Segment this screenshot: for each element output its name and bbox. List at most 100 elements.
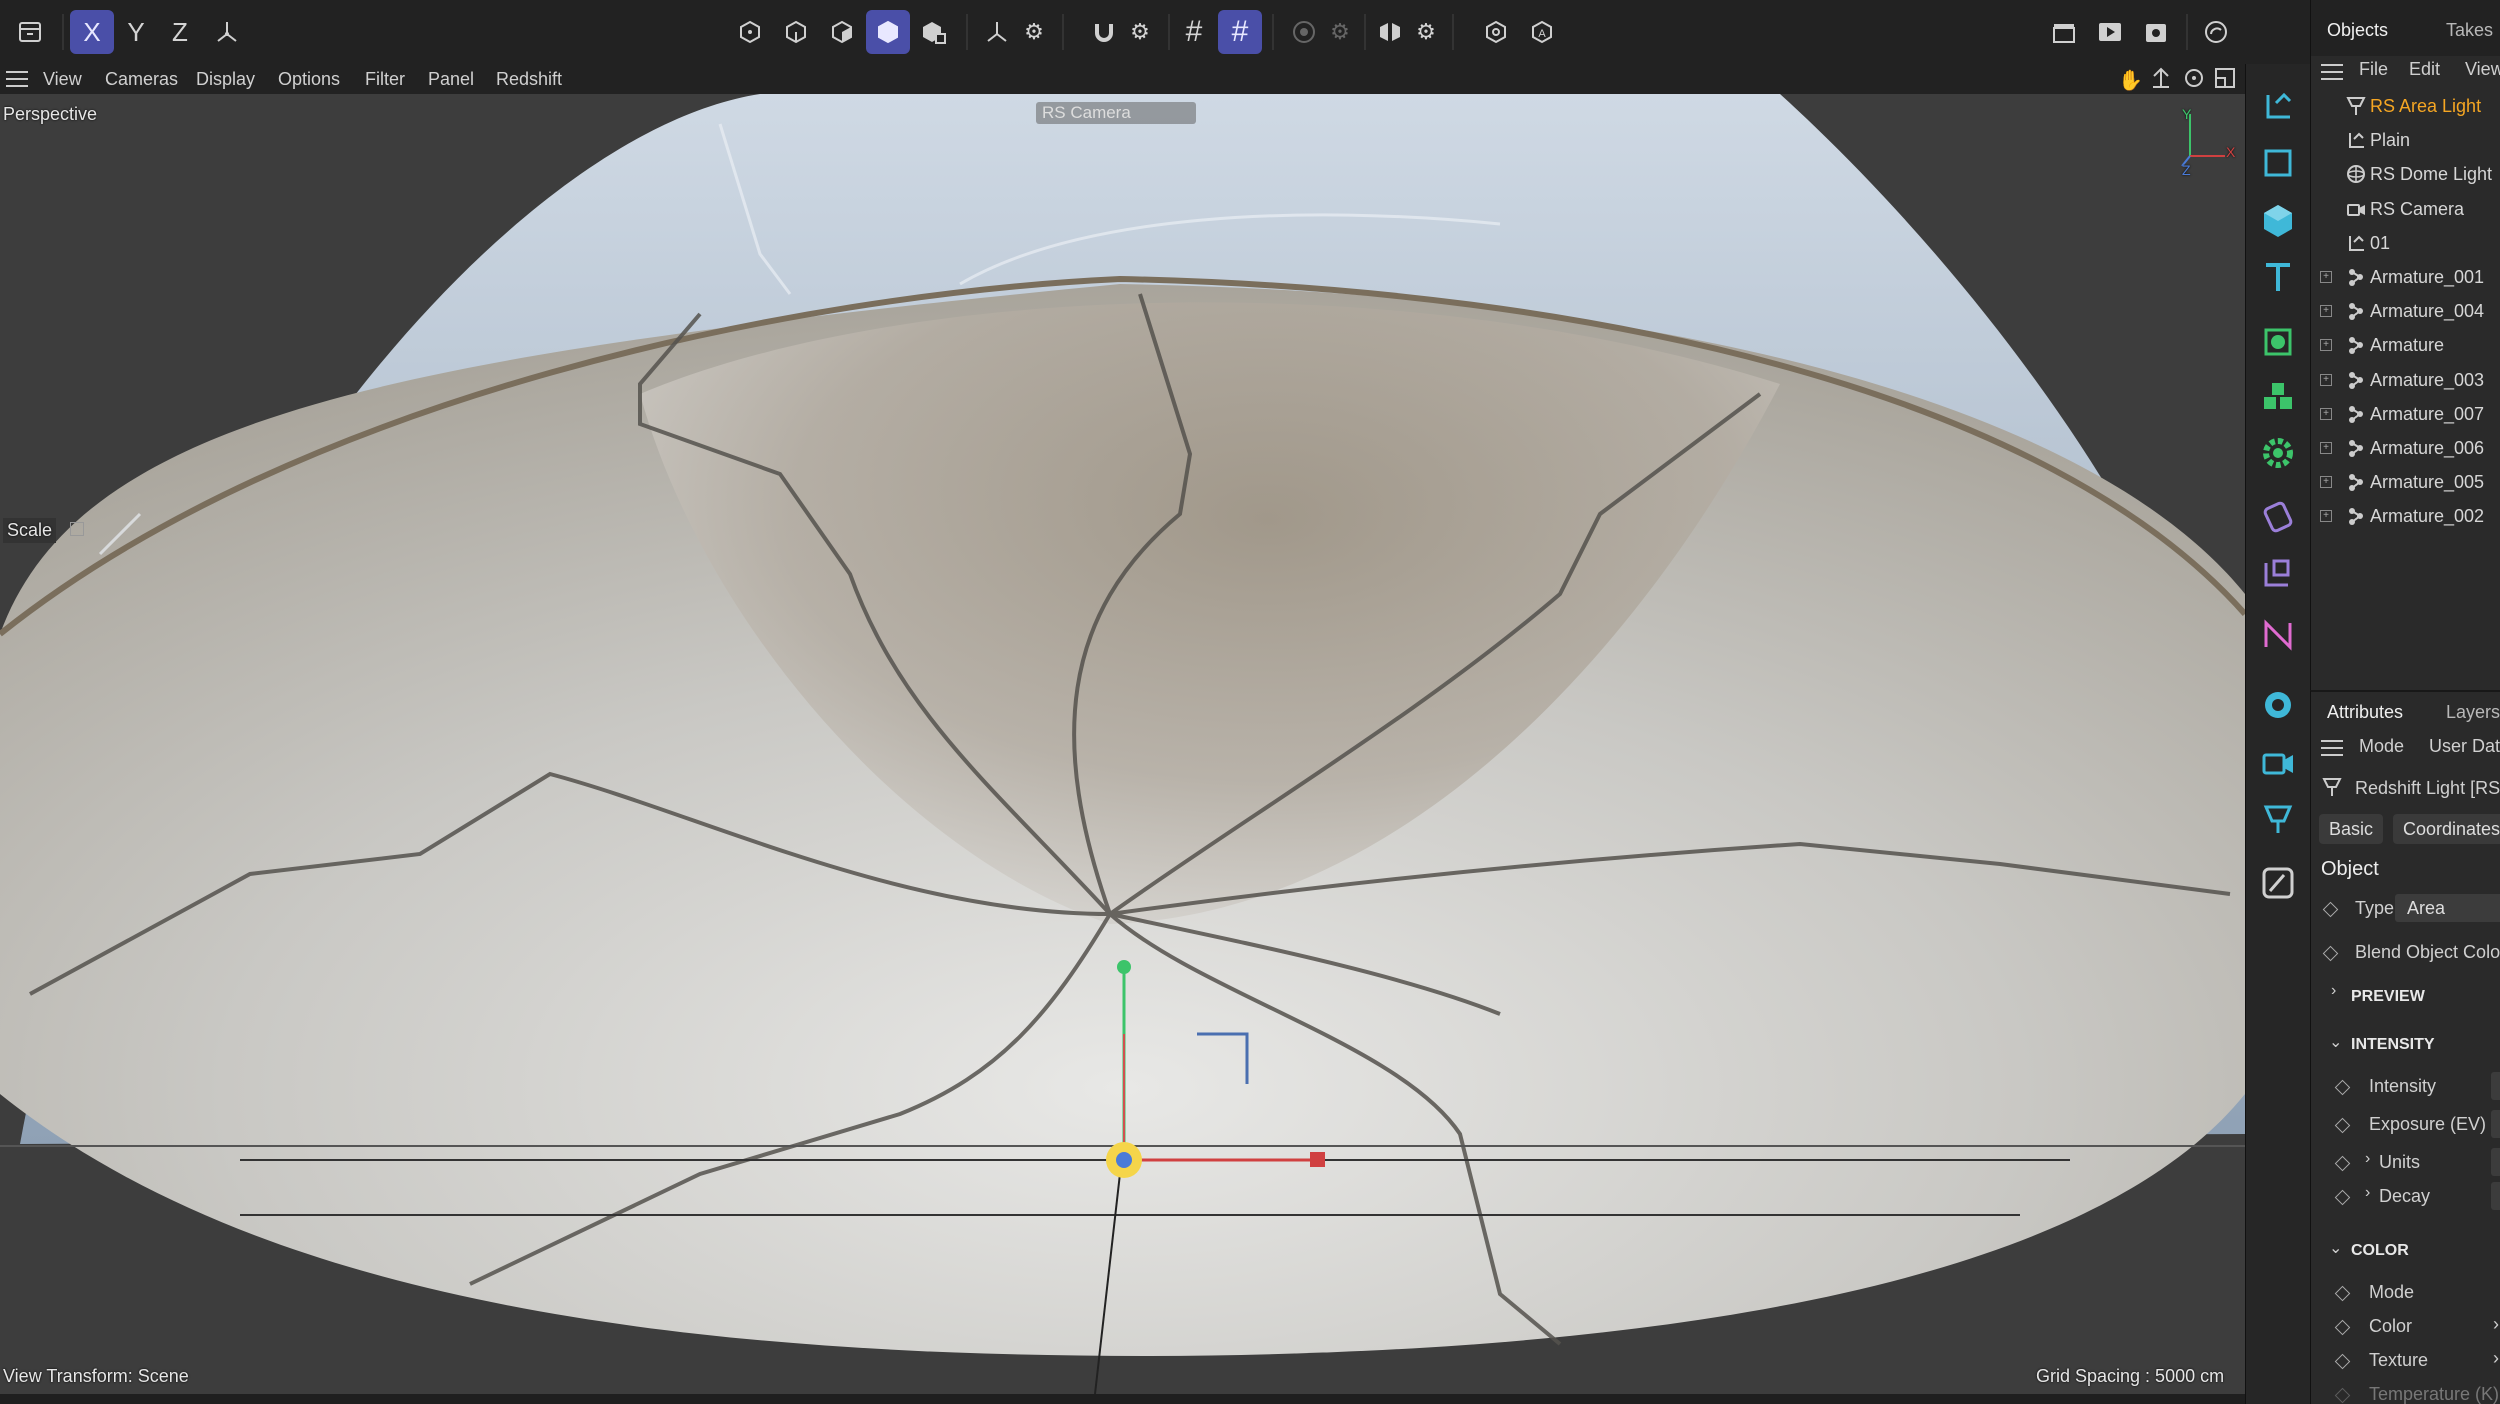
object-row[interactable]: RS Area Light xyxy=(2311,90,2500,122)
maximize-view-icon[interactable] xyxy=(2214,67,2236,94)
hamburger-menu-icon[interactable] xyxy=(6,71,28,92)
axis-z-lock-button[interactable]: Z xyxy=(158,10,202,54)
null-object-button[interactable] xyxy=(2255,84,2301,130)
object-row[interactable]: RS Camera xyxy=(2311,193,2500,225)
object-row[interactable]: + Armature_005 xyxy=(2311,466,2500,498)
units-field[interactable] xyxy=(2491,1148,2500,1176)
uv-mode-button[interactable] xyxy=(912,10,956,54)
object-row[interactable]: + Armature_006 xyxy=(2311,432,2500,464)
object-row[interactable]: + Armature_007 xyxy=(2311,398,2500,430)
symmetry-settings-button[interactable]: ⚙ xyxy=(1408,10,1444,54)
expand-toggle-icon[interactable]: + xyxy=(2320,476,2332,489)
object-row[interactable]: Plain xyxy=(2311,124,2500,156)
menu-user-data[interactable]: User Data xyxy=(2429,736,2500,757)
axis-x-lock-button[interactable]: X xyxy=(70,10,114,54)
axis-mode-button[interactable] xyxy=(975,10,1019,54)
menu-filter[interactable]: Filter xyxy=(365,69,405,90)
keyframe-diamond-icon[interactable] xyxy=(2334,1079,2351,1096)
expand-toggle-icon[interactable]: + xyxy=(2320,271,2332,283)
exposure-field[interactable] xyxy=(2491,1110,2500,1138)
workplane-snap-button[interactable]: # xyxy=(1218,10,1262,54)
tab-objects[interactable]: Objects xyxy=(2327,20,2388,41)
field-button[interactable] xyxy=(2255,550,2301,596)
keyframe-diamond-icon[interactable] xyxy=(2322,901,2339,918)
pan-hand-icon[interactable]: ✋ xyxy=(2118,68,2143,93)
expand-toggle-icon[interactable]: + xyxy=(2320,407,2332,420)
chevron-right-icon[interactable]: › xyxy=(2331,982,2336,1000)
menu-cameras[interactable]: Cameras xyxy=(105,69,178,90)
soft-selection-settings-button[interactable]: ⚙ xyxy=(1322,10,1358,54)
keyframe-diamond-icon[interactable] xyxy=(2334,1189,2351,1206)
object-row[interactable]: + Armature_002 xyxy=(2311,500,2500,532)
tab-layers[interactable]: Layers xyxy=(2446,702,2500,723)
tag-button[interactable] xyxy=(2255,860,2301,906)
render-queue-button[interactable] xyxy=(2134,10,2178,54)
active-camera-label[interactable]: RS Camera xyxy=(1036,102,1196,124)
object-row[interactable]: + Armature_001 xyxy=(2311,261,2500,293)
hamburger-menu-icon[interactable] xyxy=(2321,740,2343,761)
snap-settings-button[interactable]: ⚙ xyxy=(1122,10,1158,54)
menu-panel[interactable]: Panel xyxy=(428,69,474,90)
text-button[interactable] xyxy=(2255,254,2301,300)
mograph-button[interactable] xyxy=(2255,612,2301,658)
expand-toggle-icon[interactable]: + xyxy=(2320,339,2332,352)
light-button[interactable] xyxy=(2255,796,2301,842)
chevron-right-icon[interactable]: › xyxy=(2365,1150,2370,1168)
generator-button[interactable] xyxy=(2255,319,2301,365)
chevron-right-icon[interactable]: › xyxy=(2365,1184,2370,1202)
move-view-icon[interactable] xyxy=(2150,67,2172,94)
keyframe-diamond-icon[interactable] xyxy=(2334,1285,2351,1302)
section-intensity[interactable]: INTENSITY xyxy=(2351,1036,2435,1054)
chevron-down-icon[interactable]: ⌄ xyxy=(2329,1238,2342,1258)
object-row[interactable]: + Armature xyxy=(2311,329,2500,361)
units-label[interactable]: Units xyxy=(2379,1152,2420,1173)
decay-field[interactable] xyxy=(2491,1182,2500,1210)
tab-attributes[interactable]: Attributes xyxy=(2327,702,2403,723)
snap-button[interactable] xyxy=(1082,10,1126,54)
redshift-ipr-button[interactable] xyxy=(1474,10,1518,54)
expand-toggle-icon[interactable]: + xyxy=(2320,305,2332,318)
type-dropdown[interactable]: Area xyxy=(2395,894,2500,922)
chevron-right-icon[interactable]: › xyxy=(2493,1314,2499,1335)
menu-mode[interactable]: Mode xyxy=(2359,736,2404,757)
soft-selection-button[interactable] xyxy=(1282,10,1326,54)
chevron-down-icon[interactable]: ⌄ xyxy=(2329,1032,2342,1052)
workplane-button[interactable]: # xyxy=(1172,10,1216,54)
menu-options[interactable]: Options xyxy=(278,69,340,90)
keyframe-diamond-icon[interactable] xyxy=(2334,1155,2351,1172)
project-menu-icon[interactable] xyxy=(8,10,52,54)
menu-edit[interactable]: Edit xyxy=(2409,59,2440,80)
keyframe-diamond-icon[interactable] xyxy=(2334,1353,2351,1370)
redshift-render-view-button[interactable]: A xyxy=(1520,10,1564,54)
points-mode-button[interactable] xyxy=(774,10,818,54)
keyframe-diamond-icon[interactable] xyxy=(2322,945,2339,962)
menu-redshift[interactable]: Redshift xyxy=(496,69,562,90)
keyframe-diamond-icon[interactable] xyxy=(2334,1117,2351,1134)
object-row[interactable]: + Armature_003 xyxy=(2311,364,2500,396)
decay-label[interactable]: Decay xyxy=(2379,1186,2430,1207)
section-color[interactable]: COLOR xyxy=(2351,1242,2409,1260)
menu-file[interactable]: File xyxy=(2359,59,2388,80)
keyframe-diamond-icon[interactable] xyxy=(2334,1387,2351,1404)
menu-display[interactable]: Display xyxy=(196,69,255,90)
expand-toggle-icon[interactable]: + xyxy=(2320,373,2332,386)
rotate-view-icon[interactable] xyxy=(2183,67,2205,94)
subtab-basic[interactable]: Basic xyxy=(2319,814,2384,844)
cube-button[interactable] xyxy=(2255,198,2301,244)
environment-button[interactable] xyxy=(2255,682,2301,728)
menu-view[interactable]: View xyxy=(2465,59,2500,80)
axis-settings-button[interactable]: ⚙ xyxy=(1016,10,1052,54)
model-mode-button[interactable] xyxy=(728,10,772,54)
axis-y-lock-button[interactable]: Y xyxy=(114,10,158,54)
intensity-field[interactable] xyxy=(2491,1072,2500,1100)
spline-button[interactable] xyxy=(2255,140,2301,186)
deformer-button[interactable] xyxy=(2255,494,2301,540)
keyframe-diamond-icon[interactable] xyxy=(2334,1319,2351,1336)
viewport-3d[interactable]: Perspective RS Camera Y X Z Scale View T… xyxy=(0,94,2245,1394)
projection-label[interactable]: Perspective xyxy=(3,104,97,125)
polygons-mode-button[interactable] xyxy=(866,10,910,54)
subtab-coordinates[interactable]: Coordinates xyxy=(2393,814,2500,844)
edges-mode-button[interactable] xyxy=(820,10,864,54)
cloner-button[interactable] xyxy=(2255,374,2301,420)
symmetry-button[interactable] xyxy=(1368,10,1412,54)
